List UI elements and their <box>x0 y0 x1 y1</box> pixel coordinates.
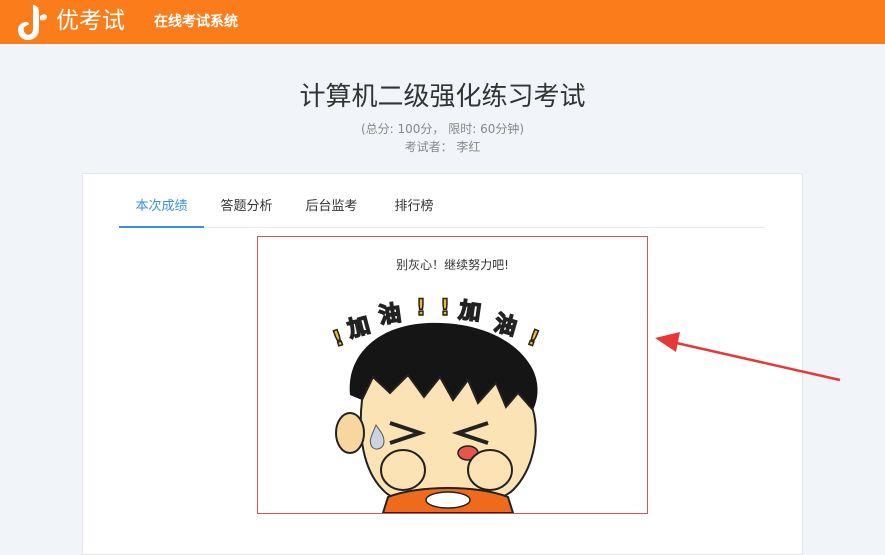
tab-proctoring[interactable]: 后台监考 <box>289 190 374 227</box>
exam-taker: 考试者： 李红 <box>404 140 481 154</box>
svg-text:油: 油 <box>377 301 402 329</box>
tab-bar: 本次成绩 答题分析 后台监考 排行榜 <box>119 190 765 228</box>
cheer-up-cartoon-image: ! 加 油 ! ! 加 油 ! <box>329 295 543 513</box>
tab-answer-analysis[interactable]: 答题分析 <box>204 190 289 227</box>
logo-icon[interactable] <box>16 3 48 41</box>
tab-current-score[interactable]: 本次成绩 <box>119 190 204 228</box>
svg-text:!: ! <box>440 296 450 321</box>
svg-text:!: ! <box>416 296 426 321</box>
system-name: 在线考试系统 <box>154 14 238 30</box>
svg-text:加: 加 <box>344 313 373 343</box>
result-message: 别灰心！继续努力吧! <box>396 258 509 272</box>
top-header-bar: 优考试 在线考试系统 <box>0 0 885 44</box>
page-title: 计算机二级强化练习考试 <box>299 82 586 112</box>
tab-leaderboard[interactable]: 排行榜 <box>374 190 454 227</box>
brand-name[interactable]: 优考试 <box>56 7 125 35</box>
svg-text:!: ! <box>330 326 348 353</box>
svg-text:!: ! <box>524 325 543 352</box>
svg-text:加: 加 <box>456 298 482 326</box>
exam-score-time: (总分: 100分， 限时: 60分钟) <box>360 122 525 136</box>
annotation-arrow-icon <box>655 332 841 382</box>
result-box: 别灰心！继续努力吧! ! 加 油 ! ! 加 油 ! <box>257 236 648 514</box>
